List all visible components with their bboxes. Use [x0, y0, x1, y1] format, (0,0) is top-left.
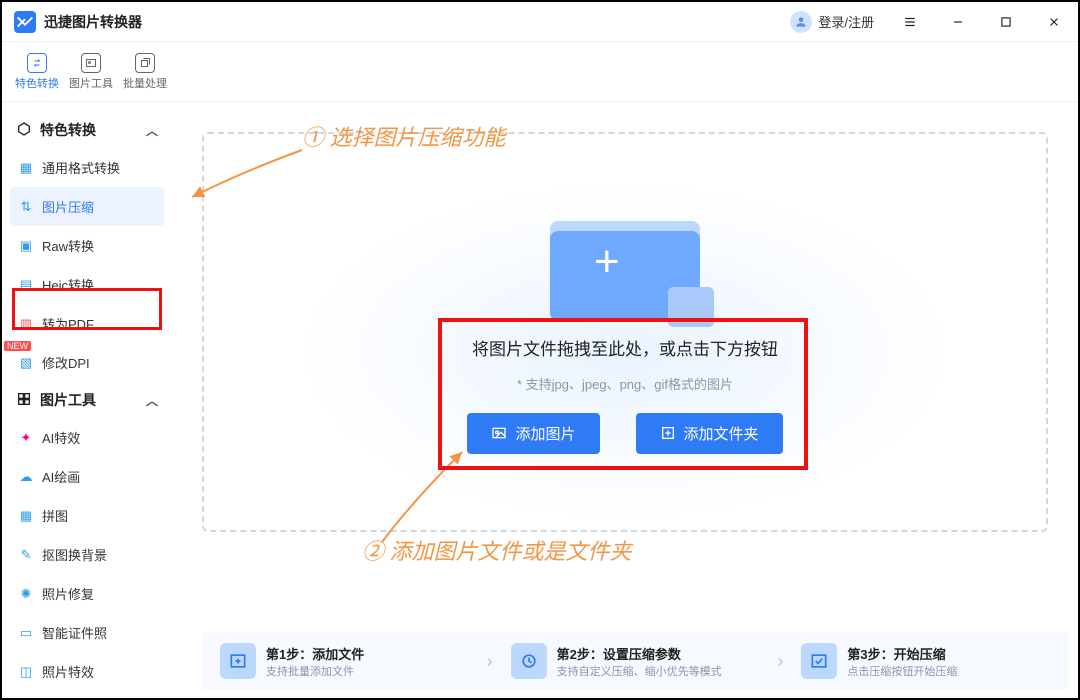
convert-icon [16, 121, 32, 140]
sidebar-item-ai-effect[interactable]: ✦AI特效 [10, 418, 164, 457]
top-tab-label: 图片工具 [69, 75, 113, 91]
step-2: 第2步：设置压缩参数支持自定义压缩、缩小优先等模式 [511, 643, 760, 679]
top-tabs: 特色转换 图片工具 批量处理 [2, 42, 1078, 102]
heic-icon: ▤ [18, 277, 34, 293]
sidebar-item-photo-effect[interactable]: ◫照片特效 [10, 652, 164, 691]
drop-subtitle: * 支持jpg、jpeg、png、gif格式的图片 [517, 374, 733, 393]
raw-icon: ▣ [18, 238, 34, 254]
close-button[interactable] [1042, 10, 1066, 34]
sidebar-item-raw[interactable]: ▣Raw转换 [10, 226, 164, 265]
sparkle-icon: ✦ [18, 430, 34, 446]
effect-icon: ◫ [18, 664, 34, 680]
step-3: 第3步：开始压缩点击压缩按钮开始压缩 [801, 643, 1050, 679]
sidebar-group-tools[interactable]: 图片工具 ︿ [10, 382, 164, 418]
maximize-button[interactable] [994, 10, 1018, 34]
menu-button[interactable] [898, 10, 922, 34]
login-label: 登录/注册 [818, 12, 874, 31]
step-1: 第1步：添加文件支持批量添加文件 [220, 643, 469, 679]
avatar-icon [790, 11, 812, 33]
add-image-button[interactable]: 添加图片 [467, 413, 599, 454]
image-icon [491, 425, 507, 441]
add-folder-button[interactable]: 添加文件夹 [636, 413, 783, 454]
titlebar: 迅捷图片转换器 登录/注册 [2, 2, 1078, 42]
folder-illustration-icon [550, 211, 700, 321]
id-icon: ▭ [18, 625, 34, 641]
scissors-icon: ✎ [18, 547, 34, 563]
top-tab-label: 特色转换 [15, 75, 59, 91]
top-tab-featured[interactable]: 特色转换 [12, 49, 62, 95]
sidebar-item-ai-draw[interactable]: ☁AI绘画 [10, 457, 164, 496]
sidebar-group-featured[interactable]: 特色转换 ︿ [10, 112, 164, 148]
app-logo-icon [14, 11, 36, 33]
folder-plus-icon [660, 425, 676, 441]
swap-icon [27, 53, 47, 73]
sidebar-item-heic[interactable]: ▤Heic转换 [10, 265, 164, 304]
dpi-icon: ▧ [18, 355, 34, 371]
grid-icon: ▦ [18, 508, 34, 524]
chevron-right-icon: › [487, 651, 493, 672]
batch-icon [135, 53, 155, 73]
new-badge: NEW [4, 341, 31, 351]
sidebar-item-restore[interactable]: ✺照片修复 [10, 574, 164, 613]
sidebar-item-collage[interactable]: ▦拼图 [10, 496, 164, 535]
group-title: 图片工具 [40, 390, 96, 410]
step-icon [220, 643, 256, 679]
content-area: 将图片文件拖拽至此处，或点击下方按钮 * 支持jpg、jpeg、png、gif格… [172, 102, 1078, 698]
group-title: 特色转换 [40, 120, 96, 140]
minimize-button[interactable] [946, 10, 970, 34]
step-icon [511, 643, 547, 679]
sidebar-item-id-photo[interactable]: ▭智能证件照 [10, 613, 164, 652]
restore-icon: ✺ [18, 586, 34, 602]
drop-zone[interactable]: 将图片文件拖拽至此处，或点击下方按钮 * 支持jpg、jpeg、png、gif格… [202, 132, 1048, 532]
sidebar: 特色转换 ︿ ▦通用格式转换 ⇅图片压缩 ▣Raw转换 ▤Heic转换 ▥转为P… [2, 102, 172, 698]
annotation-step2: ② 添加图片文件或是文件夹 [362, 534, 632, 566]
chevron-right-icon: › [777, 651, 783, 672]
sidebar-item-cutout[interactable]: ✎抠图换背景 [10, 535, 164, 574]
chevron-up-icon: ︿ [146, 122, 158, 139]
chevron-up-icon: ︿ [146, 392, 158, 409]
step-icon [801, 643, 837, 679]
top-tab-batch[interactable]: 批量处理 [120, 49, 170, 95]
compress-icon: ⇅ [18, 199, 34, 215]
drop-title: 将图片文件拖拽至此处，或点击下方按钮 [472, 335, 778, 360]
steps-bar: 第1步：添加文件支持批量添加文件 › 第2步：设置压缩参数支持自定义压缩、缩小优… [202, 632, 1068, 690]
login-button[interactable]: 登录/注册 [790, 11, 874, 33]
image-icon [81, 53, 101, 73]
sidebar-item-pdf[interactable]: ▥转为PDF [10, 304, 164, 343]
top-tab-label: 批量处理 [123, 75, 167, 91]
app-title: 迅捷图片转换器 [44, 12, 142, 32]
doc-icon: ▦ [18, 160, 34, 176]
top-tab-tools[interactable]: 图片工具 [66, 49, 116, 95]
palette-icon: ☁ [18, 469, 34, 485]
tools-icon [16, 391, 32, 410]
pdf-icon: ▥ [18, 316, 34, 332]
sidebar-item-general-convert[interactable]: ▦通用格式转换 [10, 148, 164, 187]
sidebar-item-image-compress[interactable]: ⇅图片压缩 [10, 187, 164, 226]
sidebar-item-dpi[interactable]: NEW▧修改DPI [10, 343, 164, 382]
